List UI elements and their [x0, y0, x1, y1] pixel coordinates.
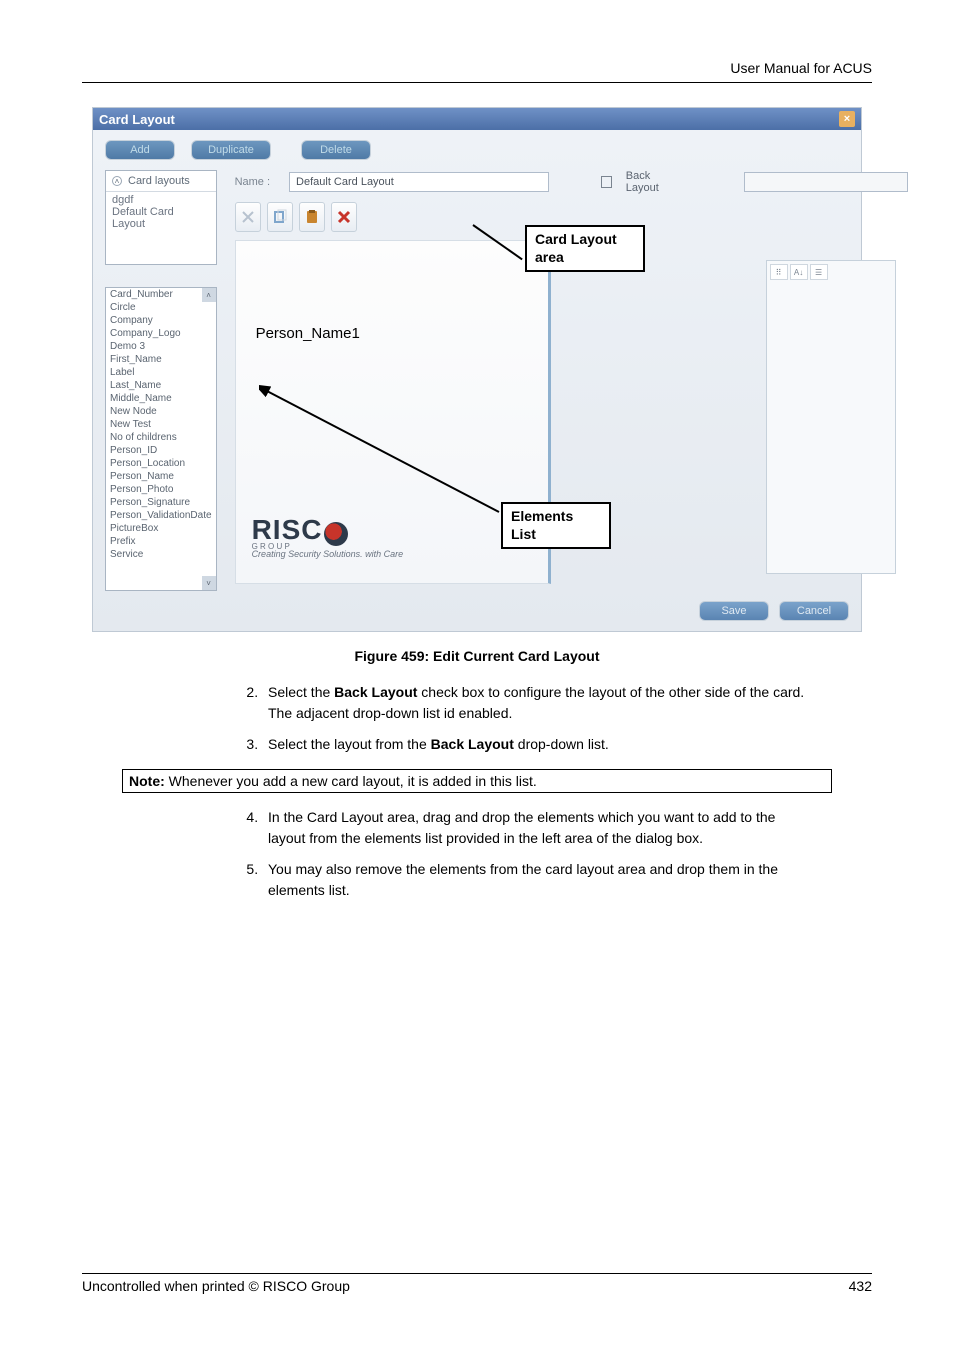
note-box: Note: Whenever you add a new card layout…: [122, 769, 832, 793]
list-item[interactable]: New Test: [110, 418, 212, 431]
callout-arrow-icon: [259, 382, 519, 532]
toolbar-copy-icon[interactable]: [267, 202, 293, 232]
toolbar-scissors-icon[interactable]: [235, 202, 261, 232]
list-item[interactable]: Company_Logo: [110, 327, 212, 340]
prop-sort-icon[interactable]: A↓: [790, 264, 808, 280]
card-layouts-panel: ˄ Card layouts dgdf Default Card Layout: [105, 170, 217, 265]
footer-left: Uncontrolled when printed © RISCO Group: [82, 1278, 350, 1294]
list-item[interactable]: Demo 3: [110, 340, 212, 353]
list-item[interactable]: Circle: [110, 301, 212, 314]
risco-tagline: Creating Security Solutions.: [252, 549, 363, 559]
list-item[interactable]: First_Name: [110, 353, 212, 366]
list-item[interactable]: Middle_Name: [110, 392, 212, 405]
cancel-button[interactable]: Cancel: [779, 601, 849, 621]
list-item[interactable]: Person_ID: [110, 444, 212, 457]
note-text: Whenever you add a new card layout, it i…: [165, 773, 537, 789]
list-item[interactable]: Person_Name: [110, 470, 212, 483]
dialog-toolbar: Add Duplicate Delete: [105, 140, 849, 160]
list-item[interactable]: PictureBox: [110, 522, 212, 535]
save-button[interactable]: Save: [699, 601, 769, 621]
steps-list-a: Select the Back Layout check box to conf…: [262, 682, 812, 755]
page-header-right: User Manual for ACUS: [82, 60, 872, 82]
header-divider: [82, 82, 872, 83]
dialog-close-button[interactable]: ×: [839, 111, 855, 127]
prop-pages-icon[interactable]: ☰: [810, 264, 828, 280]
back-layout-select[interactable]: [744, 172, 907, 192]
risco-tagline-2: with Care: [365, 549, 403, 559]
dialog-title-text: Card Layout: [99, 112, 175, 127]
list-item[interactable]: Label: [110, 366, 212, 379]
callout-card-layout-area: Card Layout area: [525, 225, 645, 272]
scroll-up-icon[interactable]: ˄: [202, 288, 216, 302]
step-item: In the Card Layout area, drag and drop t…: [262, 807, 812, 849]
step-item: Select the layout from the Back Layout d…: [262, 734, 812, 755]
figure-caption: Figure 459: Edit Current Card Layout: [82, 648, 872, 664]
footer-right: 432: [849, 1278, 872, 1294]
list-item[interactable]: Person_Photo: [110, 483, 212, 496]
delete-button[interactable]: Delete: [301, 140, 371, 160]
list-item[interactable]: Prefix: [110, 535, 212, 548]
list-item[interactable]: Service: [110, 548, 212, 561]
list-item[interactable]: Person_Signature: [110, 496, 212, 509]
duplicate-button[interactable]: Duplicate: [191, 140, 271, 160]
step-item: Select the Back Layout check box to conf…: [262, 682, 812, 724]
list-item[interactable]: dgdf: [112, 194, 210, 206]
list-item[interactable]: Default Card Layout: [112, 206, 210, 230]
dialog-body: Add Duplicate Delete ˄ Card layouts dgdf…: [93, 130, 861, 631]
scroll-down-icon[interactable]: ˅: [202, 576, 216, 590]
list-item[interactable]: Last_Name: [110, 379, 212, 392]
properties-panel: ⠿ A↓ ☰: [766, 260, 896, 574]
list-item[interactable]: New Node: [110, 405, 212, 418]
steps-list-b: In the Card Layout area, drag and drop t…: [262, 807, 812, 901]
prop-categorize-icon[interactable]: ⠿: [770, 264, 788, 280]
card-layouts-list[interactable]: dgdf Default Card Layout: [106, 192, 216, 264]
toolbar-delete-icon[interactable]: [331, 202, 357, 232]
add-button[interactable]: Add: [105, 140, 175, 160]
dialog-titlebar: Card Layout ×: [93, 108, 861, 130]
list-item[interactable]: Person_ValidationDate: [110, 509, 212, 522]
back-layout-checkbox[interactable]: [601, 176, 612, 188]
collapse-icon[interactable]: ˄: [112, 176, 122, 186]
name-input[interactable]: [289, 172, 549, 192]
list-item[interactable]: No of childrens: [110, 431, 212, 444]
elements-panel[interactable]: ˄ Card_NumberCircleCompanyCompany_LogoDe…: [105, 287, 217, 591]
toolbar-paste-icon[interactable]: [299, 202, 325, 232]
note-label: Note:: [129, 773, 165, 789]
card-layouts-header: Card layouts: [128, 175, 190, 187]
back-layout-label: Back Layout: [626, 170, 682, 194]
list-item[interactable]: Company: [110, 314, 212, 327]
card-layout-dialog: Card Layout × Add Duplicate Delete ˄ Car…: [92, 107, 862, 632]
list-item[interactable]: Person_Location: [110, 457, 212, 470]
step-item: You may also remove the elements from th…: [262, 859, 812, 901]
list-item[interactable]: Card_Number: [110, 288, 212, 301]
name-label: Name :: [235, 176, 279, 188]
canvas-placeholder-person-name[interactable]: Person_Name1: [256, 325, 360, 342]
